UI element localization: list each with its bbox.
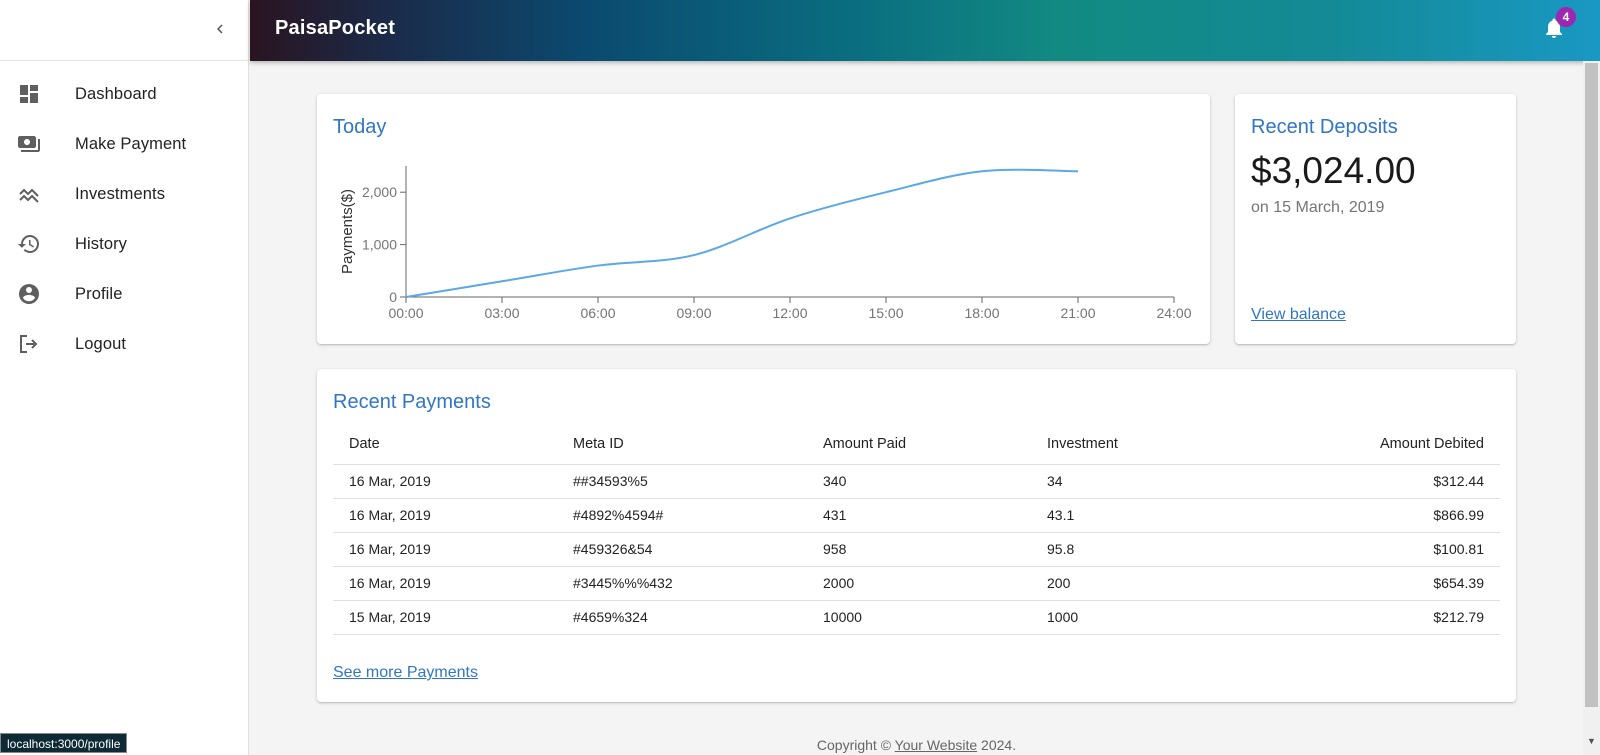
- sidebar-item-dashboard[interactable]: Dashboard: [0, 69, 248, 119]
- footer-website-link[interactable]: Your Website: [895, 737, 978, 753]
- view-balance-link[interactable]: View balance: [1251, 306, 1346, 324]
- account-circle-icon: [0, 282, 75, 306]
- today-card: Today 0 1,000 2,000 00:00 03:00 06:00 09:00 12:…: [317, 94, 1210, 344]
- recent-deposits-card: Recent Deposits $3,024.00 on 15 March, 2…: [1235, 94, 1516, 344]
- y-tick-label: 0: [389, 289, 397, 305]
- x-tick-label: 18:00: [964, 305, 999, 321]
- deposit-date: on 15 March, 2019: [1251, 199, 1385, 216]
- y-tick-label: 2,000: [362, 184, 397, 200]
- history-icon: [0, 232, 75, 256]
- x-tick-label: 00:00: [388, 305, 423, 321]
- footer: Copyright © Your Website 2024.: [250, 737, 1583, 753]
- payments-series-line: [405, 168, 1079, 298]
- y-axis-label: Payments($): [339, 189, 356, 274]
- footer-copyright-prefix: Copyright ©: [816, 737, 892, 753]
- sidebar-item-history[interactable]: History: [0, 219, 248, 269]
- x-tick-label: 12:00: [772, 305, 807, 321]
- browser-status-url: localhost:3000/profile: [0, 733, 128, 753]
- recent-payments-card: Recent Payments Date Meta ID Amount Paid…: [317, 369, 1516, 702]
- column-header-investment: Investment: [1031, 424, 1255, 465]
- cell-meta-id: #4892%4594#: [557, 498, 807, 533]
- cell-investment: 43.1: [1031, 498, 1255, 533]
- cell-investment: 34: [1031, 464, 1255, 499]
- cell-date: 16 Mar, 2019: [333, 498, 557, 533]
- cell-amount-paid: 958: [807, 532, 1031, 567]
- sidebar-item-label: Dashboard: [75, 84, 157, 103]
- x-tick-label: 15:00: [868, 305, 903, 321]
- sidebar-item-logout[interactable]: Logout: [0, 319, 248, 369]
- column-header-date: Date: [333, 424, 557, 465]
- sidebar-item-investments[interactable]: Investments: [0, 169, 248, 219]
- cell-amount-debited: $312.44: [1255, 464, 1500, 499]
- cell-date: 16 Mar, 2019: [333, 566, 557, 601]
- sidebar-item-profile[interactable]: Profile: [0, 269, 248, 319]
- sidebar-item-make-payment[interactable]: Make Payment: [0, 119, 248, 169]
- payments-title: Recent Payments: [333, 391, 491, 413]
- deposits-title: Recent Deposits: [1251, 116, 1398, 138]
- sidebar-item-label: Make Payment: [75, 134, 187, 153]
- x-tick-label: 09:00: [676, 305, 711, 321]
- cell-amount-paid: 2000: [807, 566, 1031, 601]
- app-bar: PaisaPocket 4: [250, 0, 1600, 61]
- table-row: 15 Mar, 2019 #4659%324 10000 1000 $212.7…: [333, 600, 1500, 635]
- payments-table: Date Meta ID Amount Paid Investment Amou…: [333, 424, 1500, 635]
- scrollbar-thumb[interactable]: [1585, 63, 1598, 707]
- dashboard-icon: [0, 82, 75, 106]
- cell-amount-paid: 340: [807, 464, 1031, 499]
- cell-meta-id: ##34593%5: [557, 464, 807, 499]
- sidebar: Dashboard Make Payment Investments Histo…: [0, 0, 249, 755]
- table-header-row: Date Meta ID Amount Paid Investment Amou…: [333, 424, 1500, 465]
- cell-investment: 200: [1031, 566, 1255, 601]
- x-tick-label: 21:00: [1060, 305, 1095, 321]
- cell-meta-id: #459326&54: [557, 532, 807, 567]
- trending-icon: [0, 182, 75, 206]
- notification-badge: 4: [1556, 7, 1576, 27]
- see-more-payments-link[interactable]: See more Payments: [333, 664, 478, 682]
- cell-meta-id: #4659%324: [557, 600, 807, 635]
- column-header-amount-paid: Amount Paid: [807, 424, 1031, 465]
- cell-amount-debited: $100.81: [1255, 532, 1500, 567]
- collapse-sidebar-button[interactable]: [208, 17, 232, 41]
- column-header-meta-id: Meta ID: [557, 424, 807, 465]
- cell-meta-id: #3445%%%432: [557, 566, 807, 601]
- scroll-down-arrow-icon[interactable]: ▼: [1587, 736, 1596, 746]
- cell-amount-debited: $866.99: [1255, 498, 1500, 533]
- sidebar-nav: Dashboard Make Payment Investments Histo…: [0, 61, 248, 369]
- sidebar-item-label: Investments: [75, 184, 166, 203]
- logout-icon: [0, 332, 75, 356]
- footer-year: 2024.: [981, 737, 1017, 753]
- payments-icon: [0, 132, 75, 156]
- cell-investment: 1000: [1031, 600, 1255, 635]
- table-row: 16 Mar, 2019 #4892%4594# 431 43.1 $866.9…: [333, 498, 1500, 533]
- x-tick-label: 24:00: [1156, 305, 1191, 321]
- table-row: 16 Mar, 2019 #459326&54 958 95.8 $100.81: [333, 532, 1500, 567]
- scrollbar[interactable]: ▼: [1583, 61, 1600, 755]
- cell-amount-paid: 431: [807, 498, 1031, 533]
- deposit-amount: $3,024.00: [1251, 150, 1416, 191]
- sidebar-item-label: Logout: [75, 334, 127, 353]
- x-tick-label: 03:00: [484, 305, 519, 321]
- cell-date: 16 Mar, 2019: [333, 464, 557, 499]
- app-title: PaisaPocket: [275, 17, 396, 39]
- table-row: 16 Mar, 2019 ##34593%5 340 34 $312.44: [333, 464, 1500, 499]
- sidebar-header: [0, 0, 248, 61]
- cell-amount-debited: $654.39: [1255, 566, 1500, 601]
- column-header-amount-debited: Amount Debited: [1255, 424, 1500, 465]
- chevron-left-icon: [217, 24, 223, 34]
- cell-investment: 95.8: [1031, 532, 1255, 567]
- cell-date: 16 Mar, 2019: [333, 532, 557, 567]
- cell-amount-paid: 10000: [807, 600, 1031, 635]
- y-tick-label: 1,000: [362, 237, 397, 253]
- cell-amount-debited: $212.79: [1255, 600, 1500, 635]
- cell-date: 15 Mar, 2019: [333, 600, 557, 635]
- x-tick-label: 06:00: [580, 305, 615, 321]
- payments-line-chart: 0 1,000 2,000 00:00 03:00 06:00 09:00 12:00 15:0…: [339, 166, 1192, 321]
- sidebar-item-label: History: [75, 234, 128, 253]
- table-row: 16 Mar, 2019 #3445%%%432 2000 200 $654.3…: [333, 566, 1500, 601]
- sidebar-item-label: Profile: [75, 284, 123, 303]
